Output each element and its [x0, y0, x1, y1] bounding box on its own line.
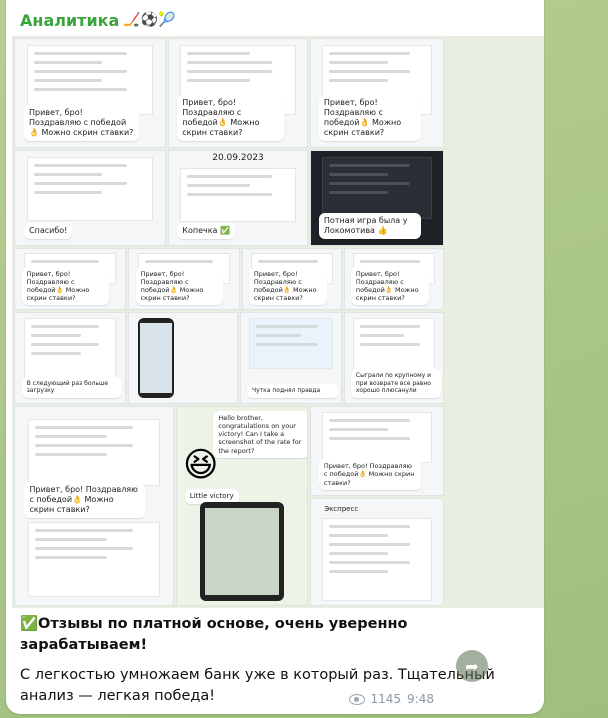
- bet-slip-card: [321, 412, 433, 464]
- chat-message: Привет, бро! Поздравляю с победой👌 Можно…: [21, 266, 109, 306]
- collage-photo-15[interactable]: Привет, бро! Поздравляю с победой👌 Можно…: [14, 406, 174, 606]
- caption-body: С легкостью умножаем банк уже в который …: [20, 667, 495, 704]
- chat-message: Привет, бро! Поздравляю с победой👌 Можно…: [318, 94, 422, 141]
- caption-headline: ✅Отзывы по платной основе, очень уверенн…: [20, 616, 408, 653]
- chat-message: Привет, бро! Поздравляю с победой👌 Можно…: [135, 266, 223, 306]
- chat-message: Привет, бро! Поздравляю с победой👌 Можно…: [24, 104, 139, 141]
- channel-title[interactable]: Аналитика: [20, 11, 119, 30]
- chat-message: Копечка ✅: [177, 223, 235, 240]
- screenshot-collage[interactable]: Привет, бро! Поздравляю с победой👌 Можно…: [12, 36, 544, 608]
- eye-icon: [348, 693, 365, 705]
- bet-slip-card: [180, 167, 296, 223]
- collage-photo-16[interactable]: Hello brother, congratulations on your v…: [176, 406, 308, 606]
- chat-message: Привет, бро! Поздравляю с победой👌 Можно…: [177, 94, 284, 141]
- chat-message: Чутка поднял правда: [247, 384, 339, 398]
- chat-message: В следующий раз больше загрузку: [21, 376, 122, 398]
- collage-photo-12[interactable]: [128, 312, 238, 404]
- bet-slip-card: [321, 156, 433, 219]
- post-caption: ✅Отзывы по платной основе, очень уверенн…: [20, 614, 530, 714]
- collage-photo-5[interactable]: 20.09.2023 Копечка ✅: [168, 150, 308, 246]
- collage-photo-6[interactable]: Потная игра была у Локомотива 👍: [310, 150, 444, 246]
- collage-photo-9[interactable]: Привет, бро! Поздравляю с победой👌 Можно…: [242, 248, 342, 310]
- chat-message: Потная игра была у Локомотива 👍: [318, 213, 422, 240]
- collage-photo-18[interactable]: Экспресс: [310, 498, 444, 606]
- post-header: Аналитика 🏒⚽🎾: [20, 8, 176, 32]
- phone-screenshot: [137, 318, 175, 398]
- collage-photo-14[interactable]: Сыграли по крупному и при возврате все р…: [344, 312, 444, 404]
- chat-message: Привет, бро! Поздравляю с победой👌 Можно…: [24, 481, 146, 518]
- collage-photo-4[interactable]: Спасибо!: [14, 150, 166, 246]
- date-header: 20.09.2023: [212, 153, 264, 163]
- title-emojis: 🏒⚽🎾: [123, 12, 176, 28]
- bet-slip-card: [27, 418, 161, 487]
- bet-slip-card: [321, 518, 433, 601]
- chat-message: Привет, бро! Поздравляю с победой👌 Можно…: [318, 459, 422, 490]
- chat-message: Спасибо!: [24, 223, 73, 240]
- chat-message: Привет, бро! Поздравляю с победой👌 Можно…: [248, 266, 328, 306]
- views-count: 1145: [370, 692, 402, 706]
- betting-app-screen: [249, 318, 333, 369]
- collage-photo-11[interactable]: В следующий раз больше загрузку: [14, 312, 126, 404]
- chat-message: Сыграли по крупному и при возврате все р…: [350, 369, 442, 398]
- express-label: Экспресс: [324, 505, 359, 513]
- collage-photo-10[interactable]: Привет, бро! Поздравляю с победой👌 Можно…: [344, 248, 444, 310]
- collage-photo-1[interactable]: Привет, бро! Поздравляю с победой👌 Можно…: [14, 38, 166, 148]
- collage-photo-7[interactable]: Привет, бро! Поздравляю с победой👌 Можно…: [14, 248, 126, 310]
- collage-photo-13[interactable]: Чутка поднял правда: [240, 312, 342, 404]
- chat-message: Привет, бро! Поздравляю с победой👌 Можно…: [350, 266, 430, 306]
- chat-message-english: Hello brother, congratulations on your v…: [213, 411, 307, 458]
- bet-slip-card: [27, 521, 161, 598]
- collage-photo-3[interactable]: Привет, бро! Поздравляю с победой👌 Можно…: [310, 38, 444, 148]
- post-time: 9:48: [407, 692, 434, 706]
- bet-slip-card: [352, 318, 436, 373]
- channel-post: Аналитика 🏒⚽🎾 Привет, бро! Поздравляю с …: [6, 0, 544, 714]
- share-arrow-icon[interactable]: ➦: [456, 650, 488, 682]
- collage-photo-8[interactable]: Привет, бро! Поздравляю с победой👌 Можно…: [128, 248, 240, 310]
- bet-slip-card: [23, 318, 117, 384]
- collage-photo-17[interactable]: Привет, бро! Поздравляю с победой👌 Можно…: [310, 406, 444, 496]
- post-meta: 1145 9:48: [348, 692, 434, 706]
- collage-photo-2[interactable]: Привет, бро! Поздравляю с победой👌 Можно…: [168, 38, 308, 148]
- bet-slip-card: [27, 156, 153, 221]
- phone-photo: [200, 502, 284, 602]
- laughing-face-sticker: 😆: [183, 445, 219, 485]
